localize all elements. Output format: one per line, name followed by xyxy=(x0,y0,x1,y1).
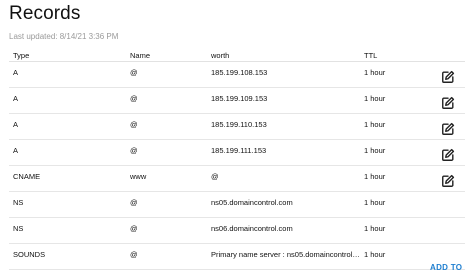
cell-type: NS xyxy=(13,224,24,233)
last-updated-text: Last updated: 8/14/21 3:36 PM xyxy=(9,32,119,41)
cell-type: A xyxy=(13,94,19,103)
cell-ttl: 1 hour xyxy=(364,94,386,103)
cell-name: www xyxy=(130,172,147,181)
edit-icon[interactable] xyxy=(441,96,455,110)
cell-ttl: 1 hour xyxy=(364,224,386,233)
edit-icon[interactable] xyxy=(441,174,455,188)
cell-ttl: 1 hour xyxy=(364,120,386,129)
table-row: A @185.199.110.153 1 hour xyxy=(9,114,465,140)
cell-type: A xyxy=(13,68,19,77)
cell-type: SOUNDS xyxy=(13,250,46,259)
table-body: A @185.199.108.153 1 hour A @185.199.109.153… xyxy=(9,62,465,270)
cell-name: @ xyxy=(130,250,138,259)
cell-worth: @ xyxy=(211,172,219,181)
column-header-worth: worth xyxy=(211,51,230,60)
table-row: A @185.199.111.153 1 hour xyxy=(9,140,465,166)
column-header-type: Type xyxy=(13,51,30,60)
cell-ttl: 1 hour xyxy=(364,68,386,77)
table-row: CNAME www @1 hour xyxy=(9,166,465,192)
edit-icon[interactable] xyxy=(441,122,455,136)
edit-icon[interactable] xyxy=(441,148,455,162)
table-row: NS @ ns05.domaincontrol.com 1 hour xyxy=(9,192,465,218)
table-row: NS @ ns06.domaincontrol.com 1 hour xyxy=(9,218,465,244)
cell-worth: Primary name server : ns05.domaincontrol… xyxy=(211,250,361,259)
cell-type: CNAME xyxy=(13,172,41,181)
cell-name: @ xyxy=(130,146,138,155)
cell-ttl: 1 hour xyxy=(364,198,386,207)
records-table: Type Name worth TTL A @185.199.108.153 1 h… xyxy=(9,48,465,270)
table-row: SOUNDS @ Primary name server : ns05.domain… xyxy=(9,244,465,270)
table-header: Type Name worth TTL xyxy=(9,48,465,62)
cell-ttl: 1 hour xyxy=(364,250,386,259)
add-to-button[interactable]: ADD TO xyxy=(430,263,462,272)
cell-name: @ xyxy=(130,198,138,207)
cell-name: @ xyxy=(130,68,138,77)
table-row: A @185.199.108.153 1 hour xyxy=(9,62,465,88)
cell-type: A xyxy=(13,146,19,155)
column-header-name: Name xyxy=(130,51,151,60)
cell-worth: 185.199.111.153 xyxy=(211,146,267,155)
cell-type: NS xyxy=(13,198,24,207)
cell-worth: 185.199.108.153 xyxy=(211,68,268,77)
cell-type: A xyxy=(13,120,19,129)
page-title: Records xyxy=(9,3,81,24)
cell-ttl: 1 hour xyxy=(364,172,386,181)
cell-worth: 185.199.110.153 xyxy=(211,120,267,129)
cell-name: @ xyxy=(130,224,138,233)
column-header-ttl: TTL xyxy=(364,51,378,60)
edit-icon[interactable] xyxy=(441,70,455,84)
cell-worth: ns05.domaincontrol.com xyxy=(211,198,293,207)
table-row: A @185.199.109.153 1 hour xyxy=(9,88,465,114)
cell-ttl: 1 hour xyxy=(364,146,386,155)
cell-worth: 185.199.109.153 xyxy=(211,94,268,103)
cell-name: @ xyxy=(130,94,138,103)
cell-worth: ns06.domaincontrol.com xyxy=(211,224,293,233)
cell-name: @ xyxy=(130,120,138,129)
